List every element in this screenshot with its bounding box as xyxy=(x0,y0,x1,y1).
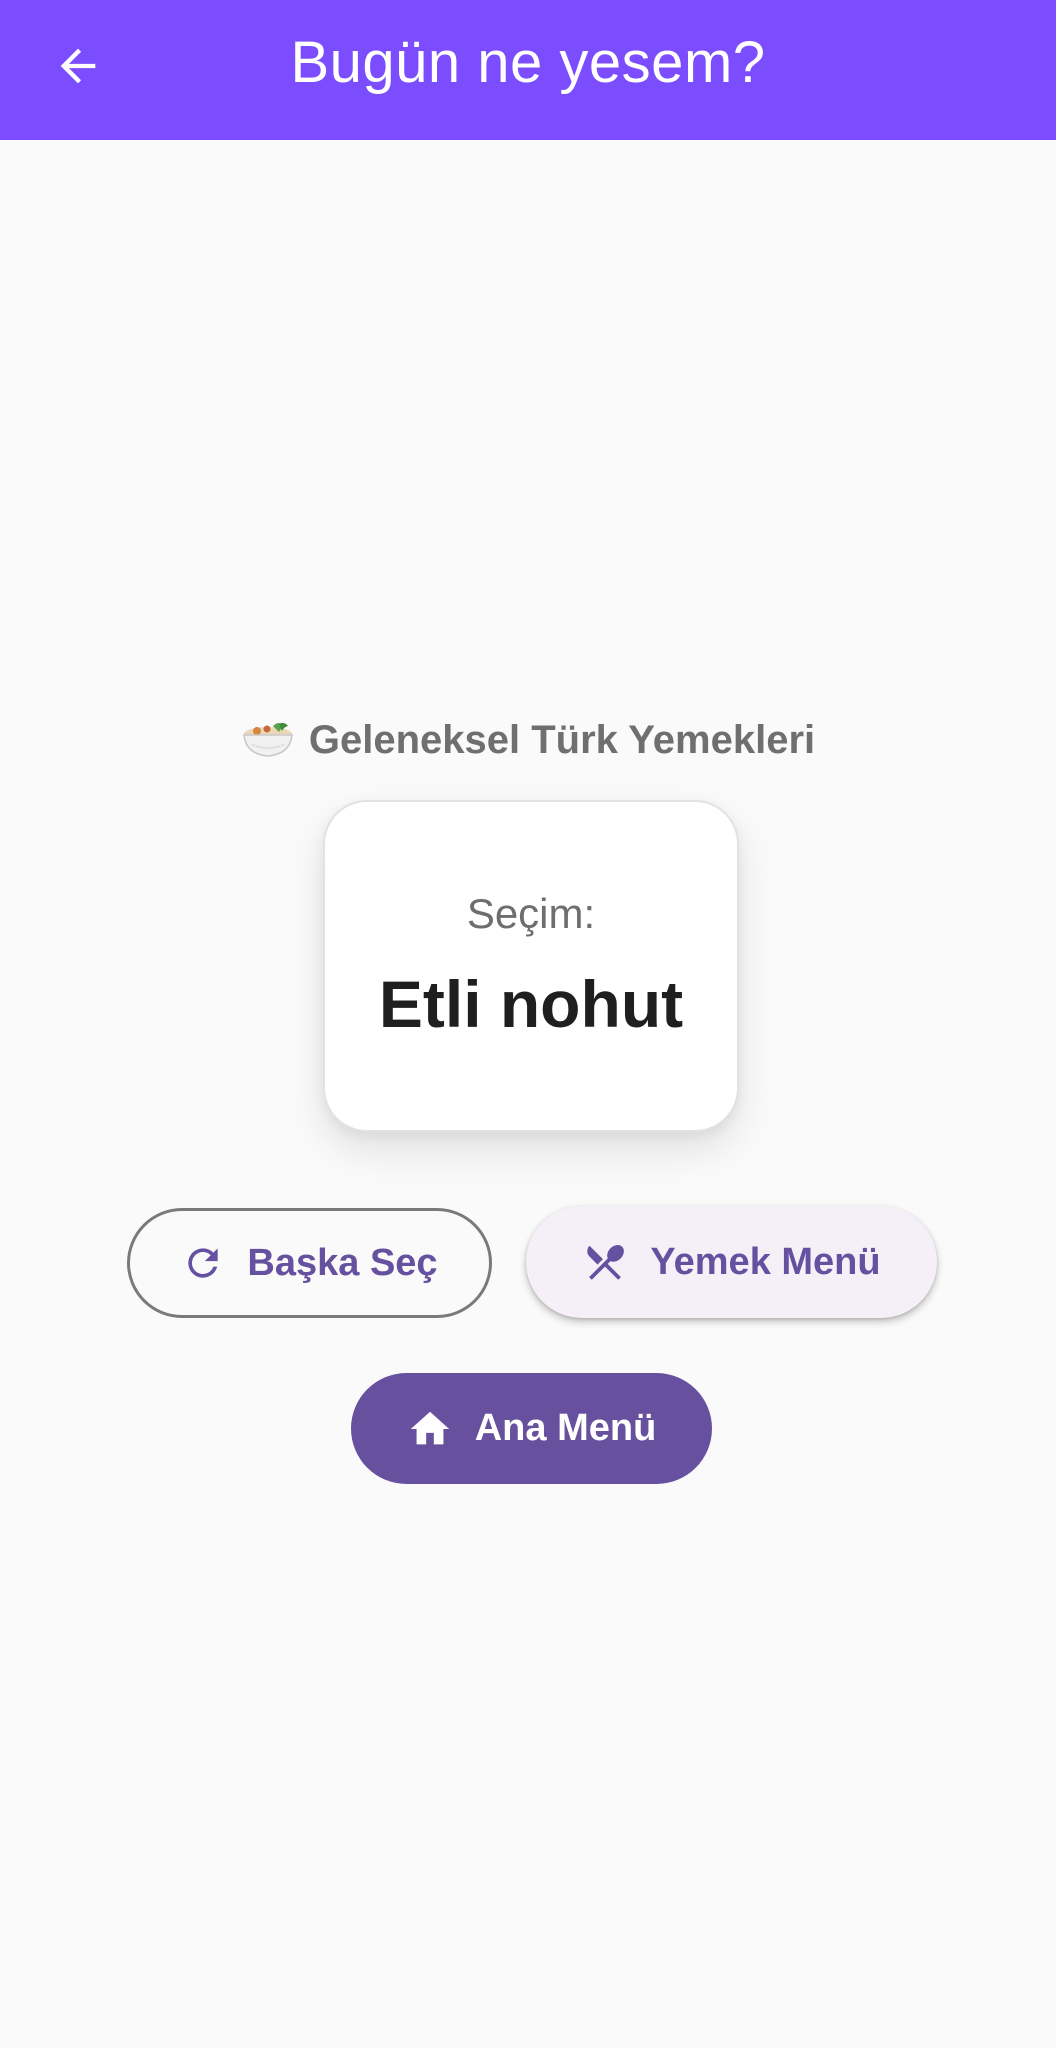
selected-food: Etli nohut xyxy=(378,967,684,1041)
app-bar: Bugün ne yesem? xyxy=(0,0,1056,140)
pick-another-label: Başka Seç xyxy=(247,1241,438,1284)
bowl-icon xyxy=(243,722,293,757)
page-title: Bugün ne yesem? xyxy=(290,30,766,95)
main-menu-label: Ana Menü xyxy=(474,1407,657,1449)
food-menu-button[interactable]: Yemek Menü xyxy=(526,1206,937,1318)
main-menu-button[interactable]: Ana Menü xyxy=(351,1373,712,1484)
category-label: Geleneksel Türk Yemekleri xyxy=(308,718,816,762)
app-screen: Bugün ne yesem? Geleneksel Türk Yemekler… xyxy=(0,0,1056,2048)
refresh-icon xyxy=(188,1248,219,1278)
selection-card: Seçim: Etli nohut xyxy=(323,800,739,1132)
food-menu-label: Yemek Menü xyxy=(650,1240,881,1283)
selection-label: Seçim: xyxy=(466,890,596,937)
home-icon xyxy=(410,1411,449,1444)
category-heading: Geleneksel Türk Yemekleri xyxy=(0,712,1056,768)
pick-another-button[interactable]: Başka Seç xyxy=(127,1208,492,1318)
utensils-crossed-icon xyxy=(587,1245,625,1280)
